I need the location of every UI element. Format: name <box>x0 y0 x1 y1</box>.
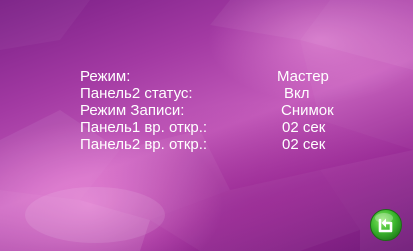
setting-value-panel2-open-time: 02 сек <box>282 136 326 153</box>
setting-label-panel1-open-time: Панель1 вр. откр.: <box>80 119 208 136</box>
setting-label-panel2-status: Панель2 статус: <box>80 85 193 102</box>
settings-list: Режим: Мастер Панель2 статус: Вкл Режим … <box>80 68 360 153</box>
setting-value-panel1-open-time: 02 сек <box>282 119 326 136</box>
return-arrow-icon <box>370 209 402 241</box>
setting-row-panel2-status[interactable]: Панель2 статус: Вкл <box>80 85 360 102</box>
setting-row-mode[interactable]: Режим: Мастер <box>80 68 360 85</box>
setting-value-record-mode: Снимок <box>281 102 334 119</box>
setting-row-panel1-open-time[interactable]: Панель1 вр. откр.: 02 сек <box>80 119 360 136</box>
setting-value-mode: Мастер <box>277 68 329 85</box>
setting-row-record-mode[interactable]: Режим Записи: Снимок <box>80 102 360 119</box>
settings-screen: Режим: Мастер Панель2 статус: Вкл Режим … <box>0 0 413 251</box>
setting-row-panel2-open-time[interactable]: Панель2 вр. откр.: 02 сек <box>80 136 360 153</box>
back-button[interactable] <box>370 209 402 241</box>
setting-label-record-mode: Режим Записи: <box>80 102 185 119</box>
setting-value-panel2-status: Вкл <box>284 85 310 102</box>
setting-label-mode: Режим: <box>80 68 131 85</box>
setting-label-panel2-open-time: Панель2 вр. откр.: <box>80 136 208 153</box>
